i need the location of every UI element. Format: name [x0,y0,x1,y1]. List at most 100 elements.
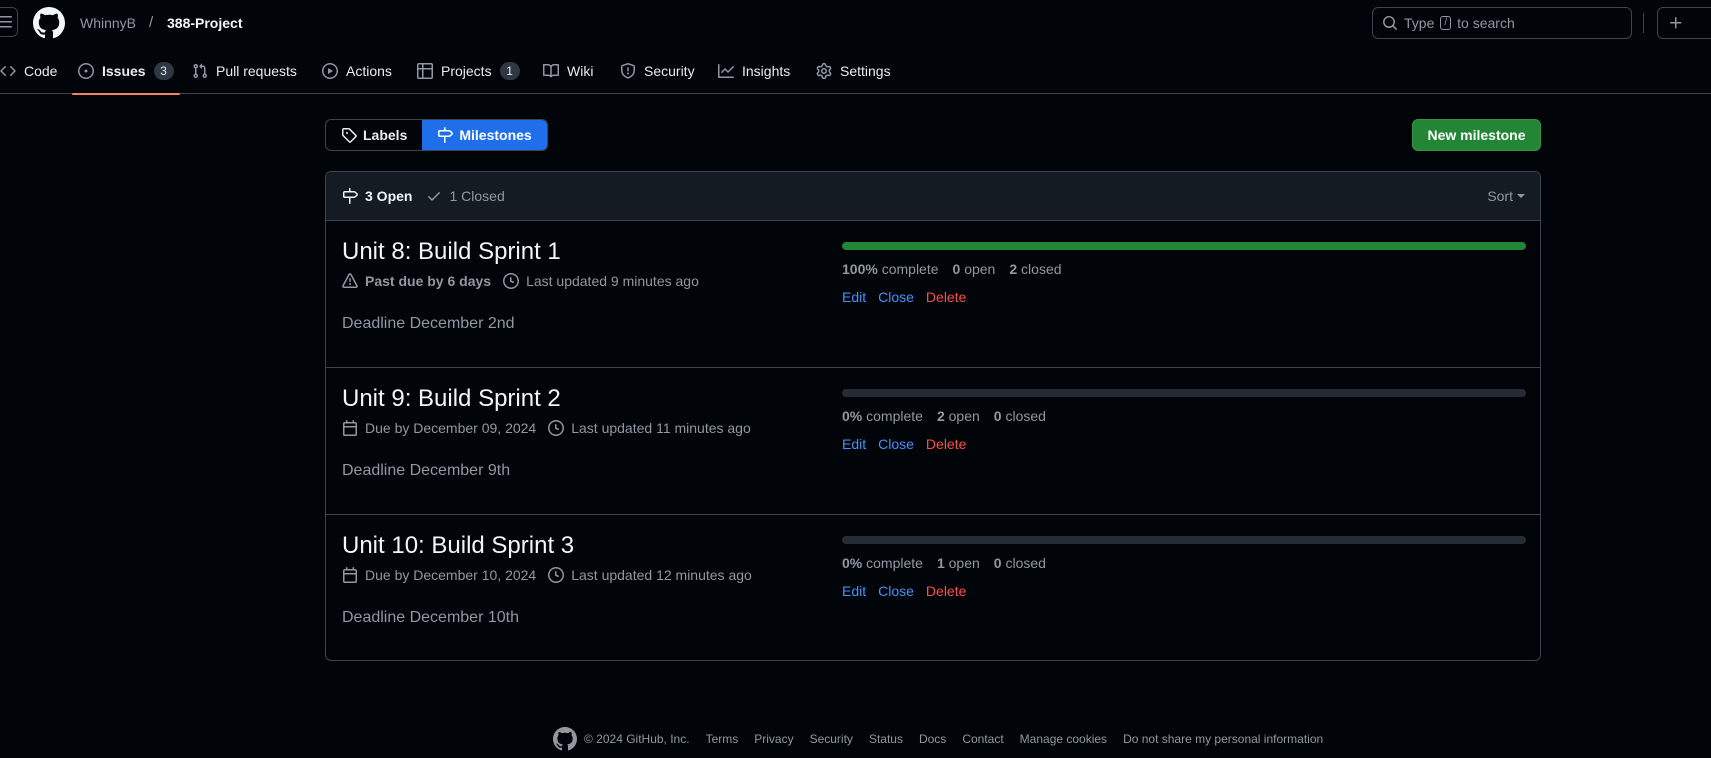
closed-count: 1 Closed [449,188,505,204]
create-new-button[interactable] [1657,7,1711,39]
check-icon [428,192,441,201]
closed-label: closed [1021,261,1062,277]
delete-link[interactable]: Delete [926,583,966,599]
milestones-list-header: 3 Open 1 Closed Sort [326,172,1540,221]
milestones-link[interactable]: Milestones [422,120,547,150]
tab-issues[interactable]: Issues 3 [72,48,180,95]
open-label: open [964,261,996,277]
close-link[interactable]: Close [878,436,914,452]
tab-label: Issues [102,63,146,79]
search-shortcut-key: / [1440,16,1452,30]
tab-actions[interactable]: Actions [322,48,392,94]
footer-link-privacy[interactable]: Privacy [754,732,793,746]
sort-dropdown[interactable]: Sort [1487,188,1525,204]
sort-label: Sort [1487,188,1513,204]
tab-code[interactable]: Code [0,48,57,94]
milestone-updated: Last updated 11 minutes ago [548,420,751,436]
progress-bar [842,242,1526,250]
closed-value: 0 [993,408,1002,424]
open-issues-link[interactable]: 0 open [953,261,996,277]
tab-settings[interactable]: Settings [816,48,891,94]
tab-wiki[interactable]: Wiki [543,48,593,94]
menu-button[interactable] [0,7,18,37]
milestone-row: Unit 10: Build Sprint 3 Due by December … [326,515,1540,660]
clock-icon [548,567,565,583]
github-mark-icon[interactable] [553,727,577,751]
calendar-icon [343,420,357,436]
footer-link-status[interactable]: Status [869,732,903,746]
footer-copyright: © 2024 GitHub, Inc. [584,732,690,746]
edit-link[interactable]: Edit [842,583,866,599]
github-logo-icon[interactable] [33,7,65,39]
progress-fill [842,242,1526,250]
tab-label: Settings [840,63,891,79]
search-placeholder: Type [1404,15,1435,31]
delete-link[interactable]: Delete [926,289,966,305]
closed-milestones-filter[interactable]: 1 Closed [426,188,505,204]
footer-link-security[interactable]: Security [810,732,853,746]
percent-value: 0% [842,555,863,571]
closed-label: closed [1005,408,1046,424]
close-link[interactable]: Close [878,583,914,599]
labels-milestones-subnav: Labels Milestones [325,119,548,151]
footer-link-docs[interactable]: Docs [919,732,946,746]
progress-bar [842,536,1526,544]
calendar-icon [343,567,357,583]
footer-link-do-not-share[interactable]: Do not share my personal information [1123,732,1323,746]
milestone-title-link[interactable]: Unit 10: Build Sprint 3 [342,532,574,560]
open-issues-link[interactable]: 1 open [937,555,980,571]
issue-opened-icon [78,63,94,79]
milestone-row: Unit 9: Build Sprint 2 Due by December 0… [326,368,1540,515]
tab-security[interactable]: Security [620,48,695,94]
footer-link-terms[interactable]: Terms [706,732,739,746]
open-value: 0 [952,261,961,277]
shield-icon [621,63,635,79]
updated-text: Last updated 12 minutes ago [571,567,752,583]
closed-issues-link[interactable]: 0 closed [994,555,1046,571]
milestone-description: Deadline December 2nd [342,315,515,332]
delete-link[interactable]: Delete [926,436,966,452]
milestone-title-link[interactable]: Unit 9: Build Sprint 2 [342,385,561,413]
edit-link[interactable]: Edit [842,289,866,305]
repo-name-link[interactable]: 388-Project [167,15,242,31]
milestone-updated: Last updated 9 minutes ago [503,273,699,289]
search-icon [1383,16,1398,31]
page-footer: © 2024 GitHub, Inc. Terms Privacy Securi… [553,727,1339,751]
header-divider [1643,13,1644,33]
edit-link[interactable]: Edit [842,436,866,452]
footer-link-manage-cookies[interactable]: Manage cookies [1020,732,1107,746]
labels-link[interactable]: Labels [326,120,422,150]
open-count: 3 Open [365,188,413,204]
milestone-title-link[interactable]: Unit 8: Build Sprint 1 [342,238,561,266]
repo-owner-link[interactable]: WhinnyB [80,15,136,31]
tab-insights[interactable]: Insights [718,48,790,94]
tab-projects[interactable]: Projects 1 [417,48,520,94]
percent-complete: 100% complete [842,261,939,277]
tab-label: Code [24,63,58,79]
search-input[interactable]: Type / to search [1372,7,1632,39]
due-text: Due by December 09, 2024 [365,420,537,436]
closed-issues-link[interactable]: 0 closed [994,408,1046,424]
due-text: Past due by 6 days [365,273,492,289]
tag-icon [342,128,357,143]
tab-pull-requests[interactable]: Pull requests [192,48,297,94]
footer-link-contact[interactable]: Contact [962,732,1003,746]
open-milestones-filter[interactable]: 3 Open [342,188,412,204]
new-milestone-button[interactable]: New milestone [1412,119,1541,151]
close-link[interactable]: Close [878,289,914,305]
milestones-label: Milestones [459,127,532,143]
complete-label: complete [881,261,939,277]
milestone-updated: Last updated 12 minutes ago [548,567,752,583]
percent-complete: 0% complete [842,408,923,424]
tab-label: Projects [441,63,492,79]
app-header: WhinnyB / 388-Project Type / to search [0,0,1711,46]
git-pull-request-icon [193,63,208,79]
open-label: open [948,408,980,424]
closed-value: 2 [1009,261,1018,277]
milestone-icon [343,188,358,204]
open-value: 1 [936,555,945,571]
play-icon [322,63,338,79]
closed-issues-link[interactable]: 2 closed [1009,261,1061,277]
hamburger-icon [0,16,12,28]
open-issues-link[interactable]: 2 open [937,408,980,424]
